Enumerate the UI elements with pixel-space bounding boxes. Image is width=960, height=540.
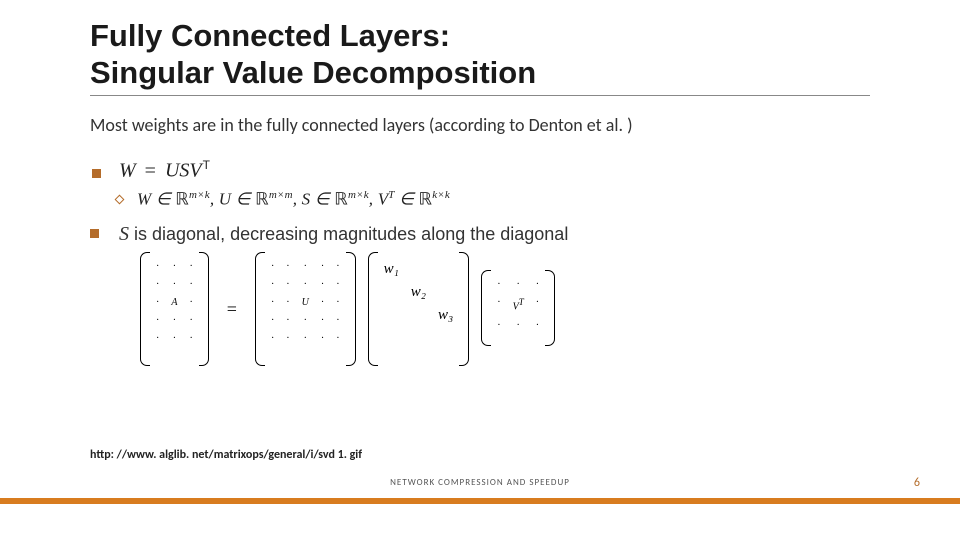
set-V: ℝ [419,189,433,208]
slide-title: Fully Connected Layers: Singular Value D… [90,18,870,96]
sigma-w2: w₂ [405,281,432,304]
label-U: U [296,294,315,312]
matrix-VT: ··· ·VT· ··· [481,272,555,344]
title-line-1: Fully Connected Layers: [90,18,450,53]
elem: ∈ [151,189,175,208]
formula-rhs: USV [165,160,202,182]
set-W: ℝ [175,189,189,208]
elem3: ∈ [310,189,334,208]
sigma-w3: w₃ [432,304,459,327]
matrix-sigma: w₁ w₂ w₃ [368,254,470,364]
diagonal-row: S is diagonal, decreasing magnitudes alo… [90,223,870,246]
title-line-2: Singular Value Decomposition [90,55,536,90]
sep2: , [293,189,302,208]
main-bullet-text: Most weights are in the fully connected … [90,114,870,136]
formula-sup: T [203,158,210,172]
label-A: A [165,294,183,312]
elem2: ∈ [231,189,255,208]
elem4: ∈ [395,189,419,208]
dim-W: W [137,189,151,208]
dimension-formula: W ∈ ℝm×k, U ∈ ℝm×m, S ∈ ℝm×k, VT ∈ ℝk×k [137,189,450,210]
exp-S: m×k [348,189,369,201]
exp-V: k×k [432,189,450,201]
formula-lhs: W [119,160,136,182]
matrix-U: ····· ····· ··U·· ····· ····· [255,254,356,364]
matrix-A: ··· ··· ·A· ··· ··· [140,254,209,364]
bullet-square-icon-2 [90,229,99,238]
sep1: , [210,189,219,208]
sep3: , [369,189,378,208]
source-link: http: //www. alglib. net/matrixops/gener… [90,448,362,462]
exp-U: m×m [269,189,293,201]
dim-U: U [219,189,231,208]
svd-figure: ··· ··· ·A· ··· ··· = ····· ····· ··U·· … [140,254,870,364]
dim-V: V [378,189,389,208]
page-number: 6 [914,476,920,490]
svd-formula: W = USVT [119,158,210,183]
vt-sup: T [519,297,524,307]
formula-eq: = [141,160,160,182]
label-VT: VT [507,294,530,316]
diagonal-rest: is diagonal, decreasing magnitudes along… [129,224,568,244]
footer-accent-bar [0,498,960,504]
footer-title: NETWORK COMPRESSION AND SPEEDUP [0,477,960,488]
exp-W: m×k [189,189,210,201]
set-U: ℝ [255,189,269,208]
sub-bullet-row: W ∈ ℝm×k, U ∈ ℝm×m, S ∈ ℝm×k, VT ∈ ℝk×k [116,189,870,210]
formula-row: W = USVT [92,158,870,183]
sigma-w1: w₁ [378,258,405,281]
s-variable: S [119,223,129,245]
equals-sign: = [221,299,243,320]
diagonal-text: S is diagonal, decreasing magnitudes alo… [119,223,568,246]
set-S: ℝ [334,189,348,208]
bullet-square-icon [92,169,101,178]
diamond-bullet-icon [115,194,125,204]
